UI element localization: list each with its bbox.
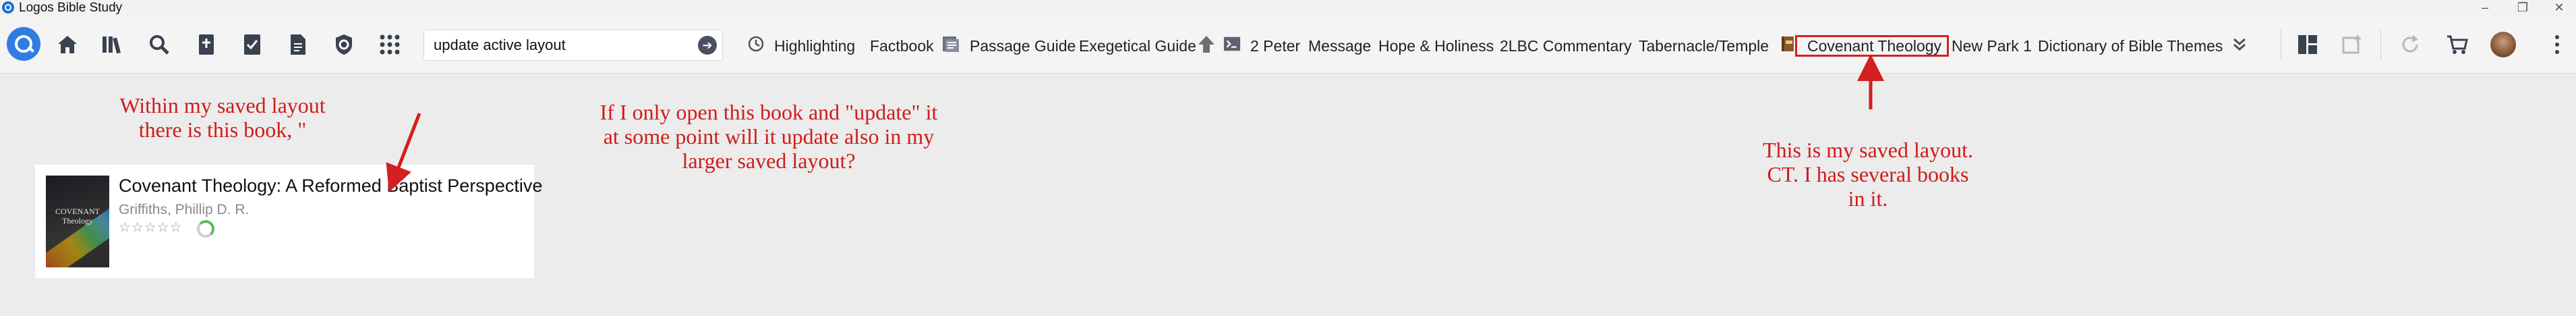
- annotation-arrow-left: [386, 113, 421, 192]
- annotation-arrows: [386, 54, 1884, 192]
